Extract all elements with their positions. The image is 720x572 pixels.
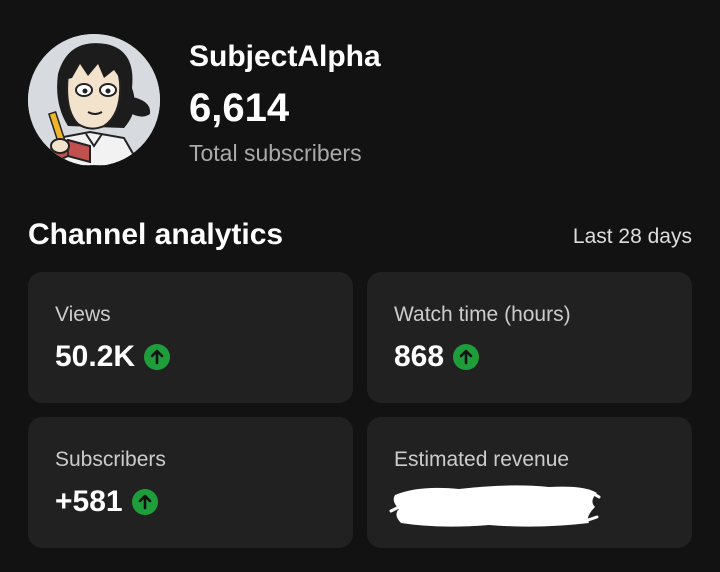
subscribers-value: +581 [55, 485, 123, 518]
card-label: Watch time (hours) [394, 303, 571, 326]
period-label: Last 28 days [572, 225, 692, 248]
arrow-up-icon [144, 344, 171, 370]
watch-time-value: 868 [394, 340, 445, 373]
arrow-up-icon [131, 489, 158, 515]
watch-time-card[interactable]: Watch time (hours) 868 [367, 272, 692, 403]
subscriber-count: 6,614 [189, 86, 290, 130]
card-label: Views [55, 303, 111, 326]
channel-name: SubjectAlpha [189, 40, 381, 73]
section-title: Channel analytics [28, 218, 284, 251]
card-label: Subscribers [55, 448, 166, 471]
avatar[interactable] [28, 34, 160, 166]
views-value: 50.2K [55, 340, 136, 373]
redaction-scribble [389, 485, 601, 527]
views-card[interactable]: Views 50.2K [28, 272, 353, 403]
card-value: 50.2K [55, 340, 171, 374]
subscriber-label: Total subscribers [189, 140, 362, 166]
card-value: +581 [55, 485, 158, 519]
subscribers-card[interactable]: Subscribers +581 [28, 417, 353, 548]
arrow-up-icon [453, 344, 480, 370]
card-value: 868 [394, 340, 480, 374]
card-label: Estimated revenue [394, 448, 570, 471]
cartoon-avatar-icon [28, 34, 160, 166]
revenue-card[interactable]: Estimated revenue [367, 417, 692, 548]
channel-header: SubjectAlpha 6,614 Total subscribers [28, 34, 688, 174]
